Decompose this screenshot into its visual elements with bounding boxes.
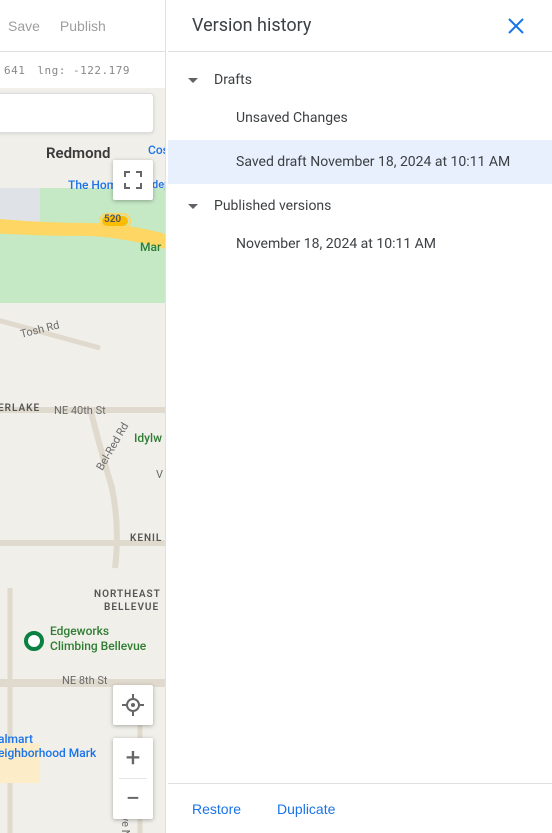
version-item-published[interactable]: November 18, 2024 at 10:11 AM xyxy=(168,222,552,266)
map-poi-label: Cost xyxy=(148,143,166,157)
map-highway-label: 520 xyxy=(104,214,121,225)
lng-value: lng: -122.179 xyxy=(37,64,130,77)
map-poi-label: almart xyxy=(0,732,33,746)
map-park-label: Idylw xyxy=(134,431,162,445)
version-item-unsaved[interactable]: Unsaved Changes xyxy=(168,96,552,140)
zoom-in-button[interactable]: + xyxy=(113,738,153,778)
fullscreen-button[interactable] xyxy=(113,160,153,200)
map-district-label: KENIL xyxy=(130,533,162,544)
version-history-panel: Version history Drafts Unsaved Changes S… xyxy=(168,0,552,833)
map-city-label: Redmond xyxy=(46,144,110,162)
top-toolbar: Save Publish xyxy=(0,0,166,52)
map-canvas[interactable]: ary Redmond Cost The Hom dep 520 Mar Tos… xyxy=(0,88,166,833)
map-poi-label: Edgeworks xyxy=(50,624,109,638)
panel-body: Drafts Unsaved Changes Saved draft Novem… xyxy=(168,52,552,783)
close-button[interactable] xyxy=(504,14,528,38)
map-district-label: NORTHEAST xyxy=(94,589,161,600)
map-park-label: Mar xyxy=(140,240,161,254)
lat-value: 641 xyxy=(4,64,25,77)
zoom-control: + − xyxy=(113,738,153,819)
crosshair-icon xyxy=(122,694,144,716)
version-item-saved-draft[interactable]: Saved draft November 18, 2024 at 10:11 A… xyxy=(168,140,552,184)
panel-header: Version history xyxy=(168,0,552,52)
panel-footer: Restore Duplicate xyxy=(168,783,552,833)
map-district-label: BELLEVUE xyxy=(104,602,159,613)
fullscreen-icon xyxy=(124,171,142,189)
map-poi-label: eighborhood Mark xyxy=(0,746,96,760)
map-poi-label: dep xyxy=(152,178,166,191)
my-location-button[interactable] xyxy=(113,685,153,725)
map-poi-label: Climbing Bellevue xyxy=(50,639,146,653)
map-district-label: ERLAKE xyxy=(0,403,40,414)
map-street-label: V xyxy=(156,468,163,481)
section-title: Published versions xyxy=(214,198,331,214)
restore-button[interactable]: Restore xyxy=(192,801,241,817)
coordinates-bar: 641 lng: -122.179 xyxy=(0,52,166,88)
duplicate-button[interactable]: Duplicate xyxy=(277,801,335,817)
panel-title: Version history xyxy=(192,15,311,36)
zoom-out-button[interactable]: − xyxy=(113,779,153,819)
map-street-label: NE 8th St xyxy=(62,674,108,687)
section-title: Drafts xyxy=(214,72,252,88)
map-marker-icon[interactable] xyxy=(24,631,44,651)
drafts-section-header[interactable]: Drafts xyxy=(168,64,552,96)
chevron-down-icon xyxy=(188,204,198,209)
save-button[interactable]: Save xyxy=(8,18,40,34)
close-icon xyxy=(508,18,524,34)
chevron-down-icon xyxy=(188,78,198,83)
map-style-selector[interactable] xyxy=(0,93,154,133)
map-poi-label: The Hom xyxy=(68,178,117,192)
map-street-label: NE 40th St xyxy=(54,404,106,417)
published-section-header[interactable]: Published versions xyxy=(168,190,552,222)
publish-button[interactable]: Publish xyxy=(60,18,106,34)
